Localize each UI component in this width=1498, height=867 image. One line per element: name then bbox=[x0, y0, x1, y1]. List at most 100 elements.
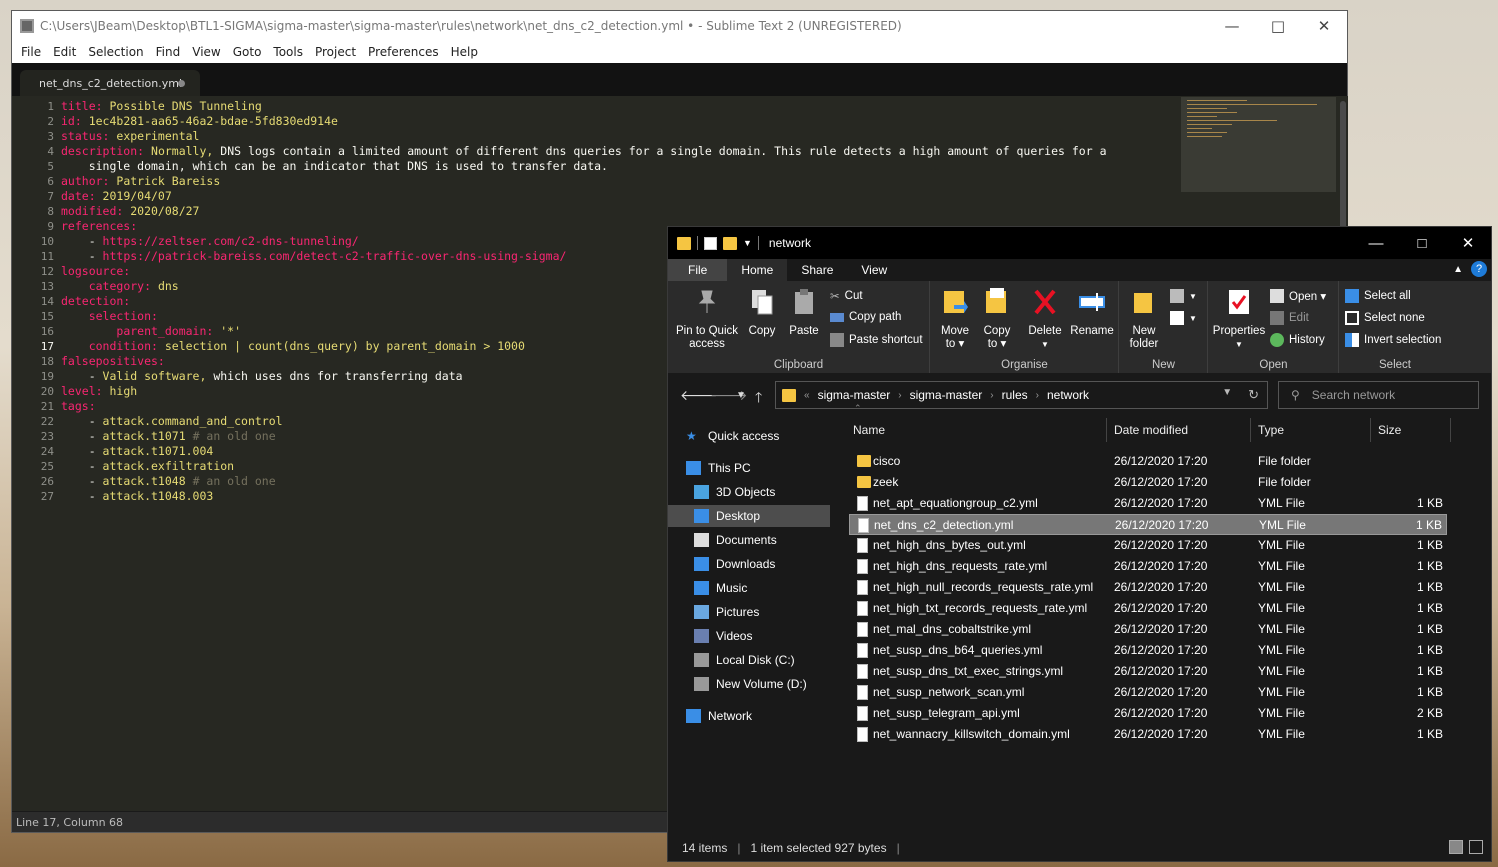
tab-view[interactable]: View bbox=[847, 259, 901, 281]
vertical-scrollbar[interactable] bbox=[1340, 101, 1346, 231]
minimize-button[interactable]: — bbox=[1353, 228, 1399, 258]
nav-item-desktop[interactable]: Desktop bbox=[668, 505, 830, 527]
nav-item-network[interactable]: Network bbox=[668, 705, 830, 727]
delete-button[interactable]: Delete ▼ bbox=[1027, 287, 1063, 351]
large-icons-view-icon[interactable] bbox=[1469, 840, 1483, 854]
nav-item-downloads[interactable]: Downloads bbox=[668, 553, 830, 575]
file-row[interactable]: zeek 26/12/2020 17:20 File folder bbox=[849, 472, 1447, 493]
overflow-icon[interactable]: « bbox=[804, 390, 810, 401]
recent-locations-icon[interactable]: ▼ bbox=[736, 390, 746, 401]
menu-help[interactable]: Help bbox=[445, 45, 484, 59]
minimap[interactable] bbox=[1181, 97, 1336, 192]
code-line[interactable]: title: Possible DNS Tunneling bbox=[61, 99, 1107, 114]
file-row[interactable]: net_susp_dns_txt_exec_strings.yml 26/12/2… bbox=[849, 661, 1447, 682]
menu-project[interactable]: Project bbox=[309, 45, 362, 59]
invert-selection-button[interactable]: Invert selection bbox=[1345, 333, 1441, 347]
breadcrumb-network[interactable]: network bbox=[1047, 388, 1089, 402]
code-line[interactable]: modified: 2020/08/27 bbox=[61, 204, 1107, 219]
nav-item-videos[interactable]: Videos bbox=[668, 625, 830, 647]
file-row[interactable]: net_wannacry_killswitch_domain.yml 26/12/… bbox=[849, 724, 1447, 745]
select-all-button[interactable]: Select all bbox=[1345, 289, 1411, 303]
menu-preferences[interactable]: Preferences bbox=[362, 45, 445, 59]
new-folder-icon[interactable] bbox=[723, 236, 737, 250]
code-line[interactable]: author: Patrick Bareiss bbox=[61, 174, 1107, 189]
tab-file[interactable]: File bbox=[668, 259, 728, 281]
nav-item-new-volume-d[interactable]: New Volume (D:) bbox=[668, 673, 830, 695]
chevron-down-icon[interactable]: ▼ bbox=[1211, 338, 1267, 351]
file-row[interactable]: net_dns_c2_detection.yml 26/12/2020 17:20… bbox=[849, 514, 1447, 535]
file-row[interactable]: net_apt_equationgroup_c2.yml 26/12/2020 1… bbox=[849, 493, 1447, 514]
chevron-down-icon[interactable]: ▼ bbox=[1027, 338, 1063, 351]
search-input[interactable]: ⚲ Search network bbox=[1278, 381, 1479, 409]
maximize-button[interactable]: □ bbox=[1399, 228, 1445, 258]
easy-access-button[interactable]: ▼ bbox=[1170, 311, 1197, 325]
breadcrumb-rules[interactable]: rules bbox=[1002, 388, 1028, 402]
chevron-down-icon[interactable]: ▼ bbox=[743, 238, 752, 248]
copy-path-button[interactable]: Copy path bbox=[830, 311, 901, 323]
menu-edit[interactable]: Edit bbox=[47, 45, 82, 59]
file-row[interactable]: net_high_null_records_requests_rate.yml 2… bbox=[849, 577, 1447, 598]
properties-icon[interactable] bbox=[704, 236, 717, 250]
up-arrow-icon[interactable]: 🡑 bbox=[755, 387, 762, 411]
file-row[interactable]: net_susp_network_scan.yml 26/12/2020 17:2… bbox=[849, 682, 1447, 703]
breadcrumb-chevron-icon[interactable]: › bbox=[1036, 390, 1039, 401]
file-row[interactable]: cisco 26/12/2020 17:20 File folder bbox=[849, 451, 1447, 472]
edit-button[interactable]: Edit bbox=[1270, 311, 1309, 325]
copy-button[interactable]: Copy bbox=[744, 287, 780, 338]
breadcrumb-sigma-master[interactable]: sigma-master bbox=[910, 388, 983, 402]
code-line[interactable]: description: Normally, DNS logs contain … bbox=[61, 144, 1107, 159]
menu-selection[interactable]: Selection bbox=[82, 45, 149, 59]
nav-item-local-disk-c[interactable]: Local Disk (C:) bbox=[668, 649, 830, 671]
maximize-button[interactable]: □ bbox=[1255, 11, 1301, 41]
close-button[interactable]: ✕ bbox=[1301, 11, 1347, 41]
help-icon[interactable]: ? bbox=[1471, 261, 1487, 277]
code-line[interactable]: status: experimental bbox=[61, 129, 1107, 144]
tab-home[interactable]: Home bbox=[727, 259, 788, 281]
menu-view[interactable]: View bbox=[186, 45, 226, 59]
menu-file[interactable]: File bbox=[15, 45, 47, 59]
nav-item-this-pc[interactable]: This PC bbox=[668, 457, 830, 479]
code-line[interactable]: date: 2019/04/07 bbox=[61, 189, 1107, 204]
file-row[interactable]: net_susp_telegram_api.yml 26/12/2020 17:2… bbox=[849, 703, 1447, 724]
properties-button[interactable]: Properties ▼ bbox=[1211, 287, 1267, 351]
tab-file[interactable]: net_dns_c2_detection.yml bbox=[20, 70, 200, 96]
menu-find[interactable]: Find bbox=[150, 45, 187, 59]
history-button[interactable]: History bbox=[1270, 333, 1325, 347]
paste-shortcut-button[interactable]: Paste shortcut bbox=[830, 333, 923, 347]
breadcrumb-sigma-master[interactable]: sigma-master bbox=[818, 388, 891, 402]
nav-item-documents[interactable]: Documents bbox=[668, 529, 830, 551]
nav-item-quick-access[interactable]: ★ Quick access bbox=[668, 425, 830, 447]
column-date[interactable]: Date modified bbox=[1114, 423, 1188, 437]
file-row[interactable]: net_high_dns_bytes_out.yml 26/12/2020 17:… bbox=[849, 535, 1447, 556]
file-row[interactable]: net_susp_dns_b64_queries.yml 26/12/2020 1… bbox=[849, 640, 1447, 661]
rename-button[interactable]: Rename bbox=[1069, 287, 1115, 338]
address-bar[interactable]: « sigma-master › sigma-master › rules › networ… bbox=[775, 381, 1268, 409]
code-line[interactable]: id: 1ec4b281-aa65-46a2-bdae-5fd830ed914e bbox=[61, 114, 1107, 129]
paste-button[interactable]: Paste bbox=[786, 287, 822, 338]
tab-share[interactable]: Share bbox=[787, 259, 847, 281]
nav-item-3d-objects[interactable]: 3D Objects bbox=[668, 481, 830, 503]
code-line[interactable]: single domain, which can be an indicator… bbox=[61, 159, 1107, 174]
select-none-button[interactable]: Select none bbox=[1345, 311, 1425, 325]
pin-button[interactable]: Pin to Quick access bbox=[674, 287, 740, 351]
refresh-icon[interactable]: ↻ bbox=[1248, 387, 1259, 403]
file-row[interactable]: net_mal_dns_cobaltstrike.yml 26/12/2020 1… bbox=[849, 619, 1447, 640]
new-item-button[interactable]: ▼ bbox=[1170, 289, 1197, 303]
collapse-ribbon-icon[interactable]: ▲ bbox=[1453, 264, 1463, 275]
column-name[interactable]: Name bbox=[853, 423, 885, 437]
unsaved-dot-icon[interactable] bbox=[178, 80, 185, 87]
breadcrumb-chevron-icon[interactable]: › bbox=[990, 390, 993, 401]
file-row[interactable]: net_high_txt_records_requests_rate.yml 26… bbox=[849, 598, 1447, 619]
close-button[interactable]: ✕ bbox=[1445, 228, 1491, 258]
column-type[interactable]: Type bbox=[1258, 423, 1284, 437]
nav-item-pictures[interactable]: Pictures bbox=[668, 601, 830, 623]
minimize-button[interactable]: — bbox=[1209, 11, 1255, 41]
move-to-button[interactable]: Move to ▾ bbox=[937, 287, 973, 351]
breadcrumb-chevron-icon[interactable]: › bbox=[898, 390, 901, 401]
menu-goto[interactable]: Goto bbox=[227, 45, 268, 59]
open-button[interactable]: Open ▾ bbox=[1270, 289, 1326, 303]
cut-button[interactable]: ✂ Cut bbox=[830, 289, 863, 303]
column-size[interactable]: Size bbox=[1378, 423, 1401, 437]
menu-tools[interactable]: Tools bbox=[267, 45, 309, 59]
file-row[interactable]: net_high_dns_requests_rate.yml 26/12/2020… bbox=[849, 556, 1447, 577]
